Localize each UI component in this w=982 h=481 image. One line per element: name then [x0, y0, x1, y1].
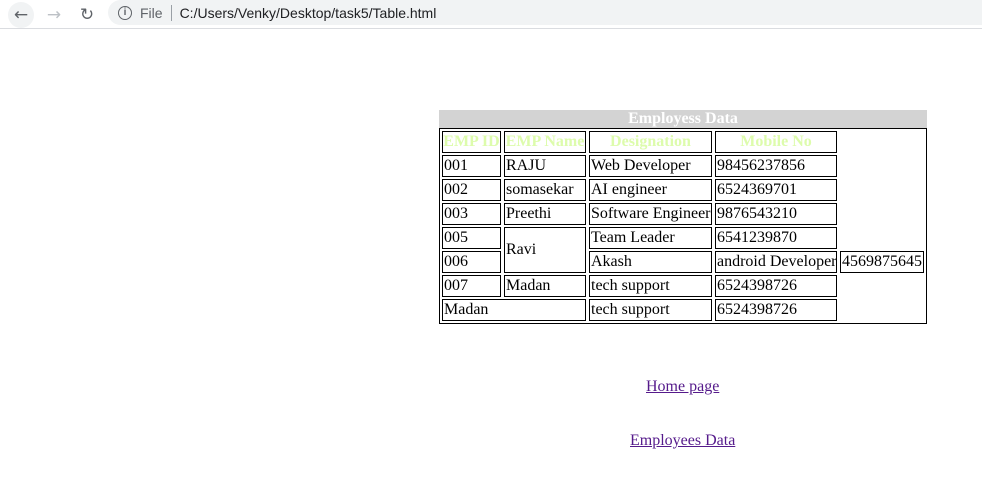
address-bar[interactable]: i File C:/Users/Venky/Desktop/task5/Tabl…	[108, 0, 982, 25]
table-cell: 001	[442, 155, 501, 177]
url-text[interactable]: C:/Users/Venky/Desktop/task5/Table.html	[180, 5, 437, 21]
table-cell: Madan	[442, 299, 586, 321]
table-cell: 003	[442, 203, 501, 225]
browser-toolbar: ← → ↻ i File C:/Users/Venky/Desktop/task…	[0, 0, 982, 29]
table-cell: 6524398726	[715, 299, 837, 321]
header-cell: Designation	[589, 131, 712, 153]
header-cell: Mobile No	[715, 131, 837, 153]
table-cell: RAJU	[504, 155, 586, 177]
table-cell: 005	[442, 227, 501, 249]
table-cell: Ravi	[504, 227, 586, 273]
table-cell: tech support	[589, 299, 712, 321]
table-cell: Akash	[589, 251, 712, 273]
header-cell: EMP ID	[442, 131, 501, 153]
table-cell: 9876543210	[715, 203, 837, 225]
table-cell: 6524398726	[715, 275, 837, 297]
table-cell: Preethi	[504, 203, 586, 225]
table-cell: 6524369701	[715, 179, 837, 201]
table-cell: tech support	[589, 275, 712, 297]
header-cell: EMP Name	[504, 131, 586, 153]
table-cell: somasekar	[504, 179, 586, 201]
arrow-left-icon[interactable]: ←	[8, 2, 34, 28]
info-icon[interactable]: i	[118, 5, 132, 20]
table-cell: Software Engineer	[589, 203, 712, 225]
table-cell: 6541239870	[715, 227, 837, 249]
employees-data-link[interactable]: Employees Data	[630, 432, 735, 450]
reload-icon[interactable]: ↻	[74, 2, 100, 28]
table-cell: Madan	[504, 275, 586, 297]
table-cell: 4569875645	[840, 251, 924, 273]
table-cell: Team Leader	[589, 227, 712, 249]
home-page-link[interactable]: Home page	[646, 378, 719, 396]
table-cell: 002	[442, 179, 501, 201]
arrow-right-icon[interactable]: →	[41, 2, 67, 28]
table-cell: 98456237856	[715, 155, 837, 177]
table-cell: android Developer	[715, 251, 837, 273]
table-cell: 007	[442, 275, 501, 297]
table-cell: AI engineer	[589, 179, 712, 201]
table-cell: 006	[442, 251, 501, 273]
table-caption: Employess Data	[439, 110, 927, 128]
employees-table: EMP ID EMP Name Designation Mobile No 001 RAJ…	[439, 128, 927, 324]
scheme-label: File	[140, 4, 163, 21]
table-cell: Web Developer	[589, 155, 712, 177]
divider	[170, 4, 172, 21]
